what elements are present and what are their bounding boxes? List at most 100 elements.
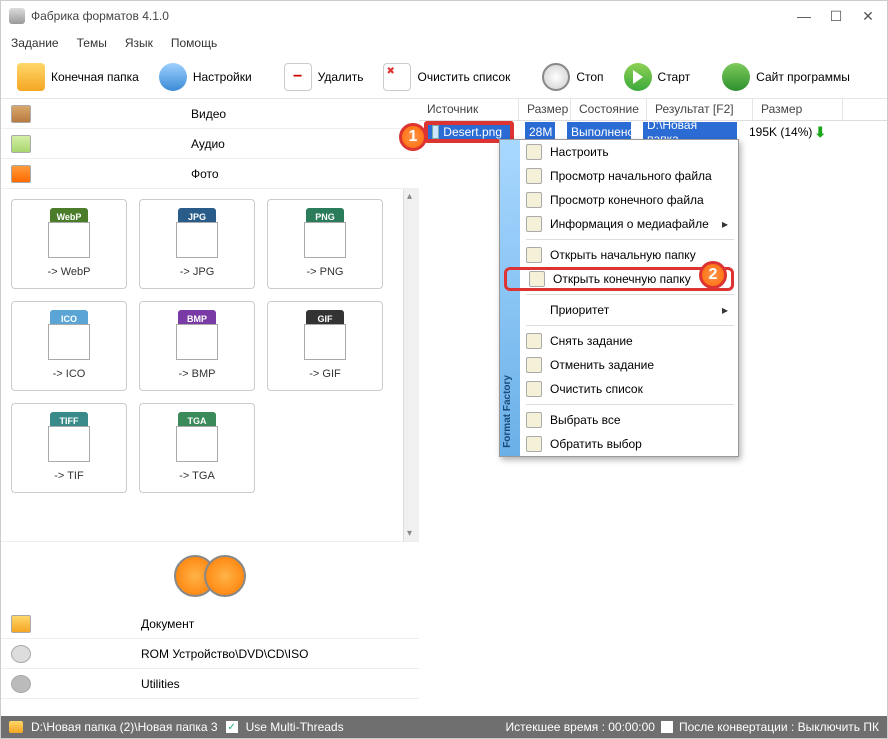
maximize-button[interactable]: ☐ [829, 9, 843, 23]
ctx-mediainfo[interactable]: Информация о медиафайле▸ [500, 212, 738, 236]
tile-png-label: -> PNG [307, 266, 344, 278]
stop-icon [542, 63, 570, 91]
format-tiles: WebP-> WebP JPG-> JPG PNG-> PNG ICO-> IC… [1, 189, 403, 541]
info-icon [526, 216, 542, 232]
file-icon [526, 168, 542, 184]
clear-icon [383, 63, 411, 91]
category-video[interactable]: Видео [1, 99, 419, 129]
remove-icon [526, 333, 542, 349]
folder-icon [17, 63, 45, 91]
tile-webp[interactable]: WebP-> WebP [11, 199, 127, 289]
ctx-cancel-task[interactable]: Отменить задание [500, 353, 738, 377]
tile-bmp[interactable]: BMP-> BMP [139, 301, 255, 391]
menu-task[interactable]: Задание [11, 36, 59, 50]
ctx-clear-list[interactable]: Очистить список [500, 377, 738, 401]
ctx-select-all[interactable]: Выбрать все [500, 408, 738, 432]
dest-folder-button[interactable]: Конечная папка [9, 59, 147, 95]
tile-tga-label: -> TGA [179, 470, 215, 482]
col-result[interactable]: Результат [F2] [647, 99, 753, 120]
globe-icon [722, 63, 750, 91]
category-photo[interactable]: Фото [1, 159, 419, 189]
task-list-panel: Источник Размер Состояние Результат [F2]… [419, 99, 887, 699]
shutdown-checkbox[interactable]: ✓ [661, 721, 673, 733]
ctx-remove-task[interactable]: Снять задание [500, 329, 738, 353]
website-label: Сайт программы [756, 70, 850, 84]
folder-icon [526, 247, 542, 263]
status-bar: D:\Новая папка (2)\Новая папка 3 ✓ Use M… [1, 716, 887, 738]
settings-button[interactable]: Настройки [151, 59, 260, 95]
tile-ico[interactable]: ICO-> ICO [11, 301, 127, 391]
tiles-scrollbar[interactable] [403, 189, 419, 541]
clear-label: Очистить список [417, 70, 510, 84]
tile-jpg[interactable]: JPG-> JPG [139, 199, 255, 289]
tile-png-icon [304, 222, 346, 258]
col-size[interactable]: Размер [519, 99, 571, 120]
gear-icon [159, 63, 187, 91]
menu-themes[interactable]: Темы [77, 36, 107, 50]
ctx-open-source-folder[interactable]: Открыть начальную папку [500, 243, 738, 267]
tile-tif-label: -> TIF [54, 470, 83, 482]
menubar: Задание Темы Язык Помощь [1, 31, 887, 55]
ctx-view-source[interactable]: Просмотр начального файла [500, 164, 738, 188]
settings-label: Настройки [193, 70, 252, 84]
chevron-right-icon: ▸ [722, 217, 728, 231]
category-audio-label: Аудио [191, 137, 225, 151]
category-video-label: Видео [191, 107, 226, 121]
audio-icon [11, 135, 31, 153]
start-button[interactable]: Старт [616, 59, 699, 95]
category-rom-label: ROM Устройство\DVD\CD\ISO [141, 647, 308, 661]
cancel-icon [526, 357, 542, 373]
status-threads-label: Use Multi-Threads [246, 720, 344, 734]
ctx-invert-selection[interactable]: Обратить выбор [500, 432, 738, 456]
tile-tga[interactable]: TGA-> TGA [139, 403, 255, 493]
chevron-right-icon: ▸ [722, 303, 728, 317]
annotation-marker-2: 2 [699, 261, 727, 289]
tile-jpg-label: -> JPG [180, 266, 215, 278]
left-panel: Видео Аудио Фото WebP-> WebP JPG-> JPG P… [1, 99, 419, 699]
multithread-checkbox[interactable]: ✓ [226, 721, 238, 733]
tile-webp-label: -> WebP [48, 266, 91, 278]
website-button[interactable]: Сайт программы [714, 59, 858, 95]
window-title: Фабрика форматов 4.1.0 [31, 9, 797, 23]
play-icon [624, 63, 652, 91]
menu-language[interactable]: Язык [125, 36, 153, 50]
ctx-priority[interactable]: Приоритет▸ [500, 298, 738, 322]
file-name: Desert.png [443, 125, 502, 139]
select-all-icon [526, 412, 542, 428]
clear-list-button[interactable]: Очистить список [375, 59, 518, 95]
close-button[interactable]: ✕ [861, 9, 875, 23]
category-utilities-label: Utilities [141, 677, 180, 691]
document-icon [11, 615, 31, 633]
tile-png[interactable]: PNG-> PNG [267, 199, 383, 289]
col-size2[interactable]: Размер [753, 99, 843, 120]
category-utilities[interactable]: Utilities [1, 669, 419, 699]
app-icon [9, 8, 25, 24]
ctx-configure[interactable]: Настроить [500, 140, 738, 164]
tile-gif-icon [304, 324, 346, 360]
batch-tools[interactable] [1, 541, 419, 609]
down-arrow-icon: ⬇ [814, 124, 826, 141]
disc-icon [11, 645, 31, 663]
tile-gif[interactable]: GIF-> GIF [267, 301, 383, 391]
category-document[interactable]: Документ [1, 609, 419, 639]
start-label: Старт [658, 70, 691, 84]
delete-button[interactable]: −Удалить [276, 59, 372, 95]
category-audio[interactable]: Аудио [1, 129, 419, 159]
stop-label: Стоп [576, 70, 603, 84]
col-source[interactable]: Источник [419, 99, 519, 120]
category-rom[interactable]: ROM Устройство\DVD\CD\ISO [1, 639, 419, 669]
category-document-label: Документ [141, 617, 194, 631]
utilities-icon [11, 675, 31, 693]
menu-help[interactable]: Помощь [171, 36, 217, 50]
tile-tif[interactable]: TIFF-> TIF [11, 403, 127, 493]
stop-button[interactable]: Стоп [534, 59, 611, 95]
col-state[interactable]: Состояние [571, 99, 647, 120]
status-elapsed: Истекшее время : 00:00:00 [506, 720, 655, 734]
ctx-view-dest[interactable]: Просмотр конечного файла [500, 188, 738, 212]
video-icon [11, 105, 31, 123]
minimize-button[interactable]: — [797, 9, 811, 23]
dest-folder-label: Конечная папка [51, 70, 139, 84]
invert-icon [526, 436, 542, 452]
status-path[interactable]: D:\Новая папка (2)\Новая папка 3 [31, 720, 218, 734]
clear-icon [526, 381, 542, 397]
